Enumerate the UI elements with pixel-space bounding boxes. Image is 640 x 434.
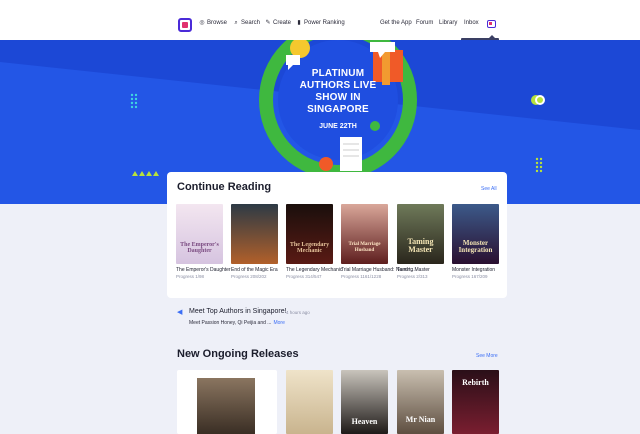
book-cover-title: Taming Master [407,237,434,254]
compass-icon: ◎ [199,20,205,26]
news-body-text: Meet Passion Honey, Qi Peijia and ... [189,320,272,326]
nav-browse-label: Browse [207,20,228,26]
hero-date: JUNE 22TH [319,123,357,130]
book-title[interactable]: Monster Integration [452,267,499,273]
see-all-link[interactable]: See All [481,186,497,192]
book-item[interactable]: Taming Master Taming Master Progress 2/3… [397,204,444,279]
nav-get-the-app[interactable]: Get the App [380,20,412,26]
book-item[interactable]: The Emperor's Daughter The Emperor's Dau… [176,204,231,279]
nav-power-ranking[interactable]: ▮ Power Ranking [296,20,345,26]
book-cover[interactable]: Monster Integration [452,204,499,264]
book-progress: Progress 1161/1228 [341,274,382,279]
news-title[interactable]: Meet Top Authors in Singapore! [189,308,287,315]
book-progress: Progress 2/313 [397,274,428,279]
pen-icon: ✎ [265,20,271,26]
search-icon: ⌕ [234,20,238,26]
release-cover[interactable]: Heaven [341,370,388,434]
book-cover[interactable]: The Emperor's Daughter [176,204,223,264]
news-timestamp: 4 hours ago [286,310,310,315]
book-title[interactable]: The Emperor's Daughter [176,267,231,273]
see-more-link[interactable]: See More [476,353,498,359]
book-item[interactable]: Trial Marriage Husband Trial Marriage Hu… [341,204,415,279]
book-cover[interactable] [231,204,278,264]
megaphone-icon: ◀ [177,309,183,316]
news-body: Meet Passion Honey, Qi Peijia and ... Mor… [189,320,285,326]
nav-library[interactable]: Library [439,20,457,26]
book-item[interactable]: The Legendary Mechanic The Legendary Mec… [286,204,342,279]
ranking-icon: ▮ [297,20,301,26]
book-progress: Progress 314/547 [286,274,322,279]
release-cover[interactable] [286,370,333,434]
book-cover-title: The Legendary Mechanic [289,242,330,254]
book-progress: Progress 167/209 [452,274,488,279]
release-cover[interactable]: Mr Nian [397,370,444,434]
book-title[interactable]: The Legendary Mechanic [286,267,342,273]
continue-reading-title: Continue Reading [177,181,272,193]
release-cover[interactable] [197,378,255,434]
nav-forum[interactable]: Forum [416,20,433,26]
release-cover-title: Mr Nian [405,415,436,424]
book-cover-title: Monster Integration [458,239,493,254]
top-navigation-bar: ◎ Browse ⌕ Search ✎ Create ▮ Power Ranki… [0,0,640,40]
nav-power-ranking-label: Power Ranking [304,20,345,26]
hero-title: PLATINUM AUTHORS LIVE SHOW IN SINGAPORE [299,68,377,115]
book-cover-title: The Emperor's Daughter [180,242,219,254]
release-cover-title: Heaven [351,417,378,426]
release-cover[interactable]: Rebirth [452,370,499,434]
nav-create[interactable]: ✎ Create [265,20,291,26]
new-releases-title: New Ongoing Releases [177,348,299,360]
book-cover[interactable]: Taming Master [397,204,444,264]
nav-inbox[interactable]: Inbox [464,20,479,26]
news-more-link[interactable]: More [273,320,284,326]
book-item[interactable]: End of the Magic Era Progress 208/202 [231,204,278,279]
nav-search[interactable]: ⌕ Search [233,20,260,26]
nav-browse[interactable]: ◎ Browse [199,20,227,26]
daily-checkin-icon[interactable] [487,20,496,28]
nav-create-label: Create [273,20,292,26]
book-title[interactable]: End of the Magic Era [231,267,278,273]
book-cover[interactable]: The Legendary Mechanic [286,204,333,264]
book-cover-title: Trial Marriage Husband [348,242,381,253]
release-cover-title: Rebirth [462,378,489,387]
featured-release-card[interactable] [177,370,277,434]
book-progress: Progress 1/98 [176,274,205,279]
book-title[interactable]: Trial Marriage Husband: Need t... [341,267,415,273]
book-cover[interactable]: Trial Marriage Husband [341,204,388,264]
book-title[interactable]: Taming Master [397,267,444,273]
nav-search-label: Search [241,20,261,26]
book-item[interactable]: Monster Integration Monster Integration … [452,204,499,279]
site-logo[interactable] [178,18,192,32]
book-progress: Progress 208/202 [231,274,267,279]
